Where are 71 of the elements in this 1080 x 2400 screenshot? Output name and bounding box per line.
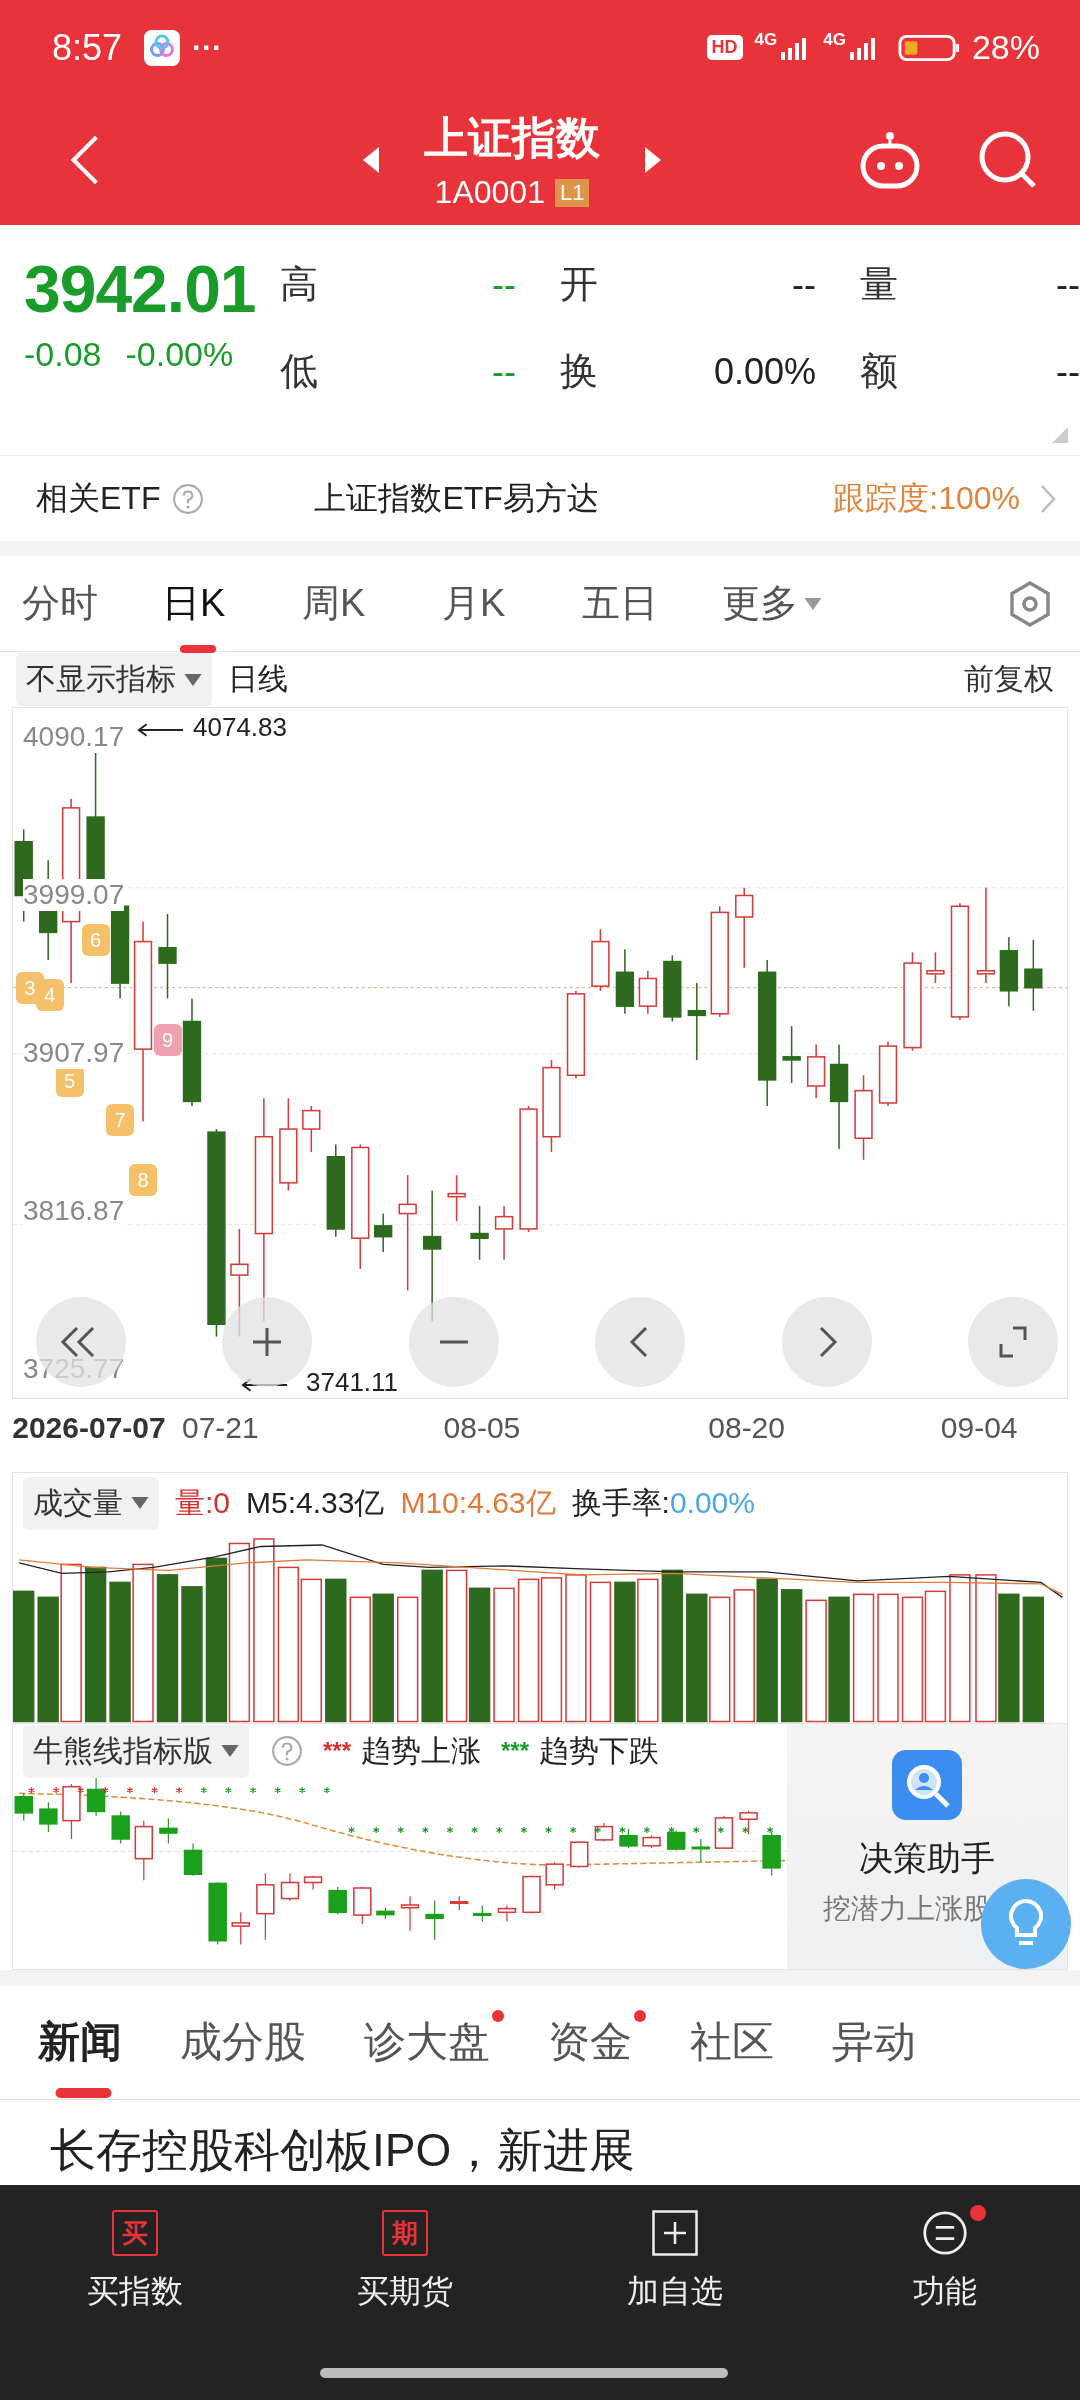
bottom-nav-item[interactable]: 买 买指数 bbox=[0, 2209, 270, 2349]
etf-label: 相关ETF bbox=[36, 478, 161, 518]
news-tab[interactable]: 社区 bbox=[690, 1984, 790, 2100]
legend-marker: *** bbox=[501, 1737, 530, 1765]
date-axis-label: 08-20 bbox=[708, 1411, 785, 1445]
indicator-dropdown[interactable]: 不显示指标 bbox=[16, 653, 212, 706]
period-tab[interactable]: 周K bbox=[302, 554, 442, 653]
bottom-nav-item[interactable]: 期 买期货 bbox=[270, 2209, 540, 2349]
low-price-note: 3741.11 bbox=[306, 1367, 399, 1398]
etf-name[interactable]: 上证指数ETF易方达 bbox=[314, 476, 834, 521]
status-more: ··· bbox=[192, 30, 223, 65]
battery-percent: 28% bbox=[971, 28, 1040, 67]
adjustment-toggle[interactable]: 前复权 bbox=[958, 658, 1060, 701]
sequence-marker: 6 bbox=[81, 924, 110, 957]
network-label: 4G bbox=[823, 30, 846, 50]
news-tab[interactable]: 资金 bbox=[548, 1984, 648, 2100]
level-badge: L1 bbox=[554, 178, 590, 207]
volume-reading: 量:0 bbox=[175, 1484, 231, 1521]
index-code: 1A0001 bbox=[434, 174, 545, 211]
news-tab[interactable]: 新闻 bbox=[38, 1984, 138, 2100]
bottom-nav-item[interactable]: 功能 bbox=[810, 2209, 1080, 2349]
period-tab[interactable]: 月K bbox=[442, 554, 582, 653]
date-axis-label: 08-05 bbox=[443, 1411, 521, 1445]
quote-label: 换 bbox=[560, 349, 598, 394]
price-change: -0.08 bbox=[24, 335, 102, 374]
quote-label: 开 bbox=[560, 262, 598, 307]
line-type-label: 日线 bbox=[228, 661, 288, 697]
sequence-marker: 8 bbox=[129, 1163, 157, 1196]
quote-label: 额 bbox=[860, 349, 898, 394]
period-tab[interactable]: 五日 bbox=[582, 554, 722, 653]
ma10-reading: M10:4.63亿 bbox=[400, 1484, 556, 1521]
indicator-dropdown[interactable]: 牛熊线指标版 bbox=[23, 1724, 249, 1778]
legend-label: 趋势下跌 bbox=[539, 1732, 660, 1769]
network-label: 4G bbox=[754, 30, 778, 50]
period-tab[interactable]: 日K bbox=[162, 554, 302, 653]
ma5-reading: M5:4.33亿 bbox=[246, 1484, 385, 1521]
quote-value: -- bbox=[1056, 350, 1080, 393]
news-headline[interactable]: 长存控股科创板IPO，新进展 bbox=[0, 2100, 1080, 2185]
hd-badge: HD bbox=[706, 35, 743, 60]
bottom-nav-item[interactable]: 加自选 bbox=[540, 2209, 810, 2349]
news-tab[interactable]: 成分股 bbox=[180, 1984, 322, 2100]
news-tab[interactable]: 异动 bbox=[832, 1984, 932, 2100]
quote-value: -- bbox=[492, 263, 516, 306]
price-axis-label: 3999.07 bbox=[23, 879, 125, 911]
index-title: 上证指数 bbox=[424, 112, 600, 164]
quote-value: -- bbox=[492, 350, 516, 393]
quote-label: 量 bbox=[860, 262, 898, 307]
quote-value: -- bbox=[792, 263, 816, 306]
turnover-reading: 换手率:0.00% bbox=[571, 1484, 755, 1521]
percent-change: -0.00% bbox=[125, 335, 234, 374]
period-tab[interactable]: 更多 bbox=[722, 554, 862, 653]
period-tab[interactable]: 分时 bbox=[22, 554, 162, 653]
date-axis-label: 2026-07-07 bbox=[12, 1411, 166, 1445]
news-tab[interactable]: 诊大盘 bbox=[364, 1984, 506, 2100]
date-axis-label: 07-21 bbox=[181, 1411, 259, 1445]
date-axis-label: 09-04 bbox=[940, 1411, 1018, 1445]
current-price: 3942.01 bbox=[24, 251, 257, 327]
volume-dropdown[interactable]: 成交量 bbox=[23, 1476, 159, 1530]
quote-value: 0.00% bbox=[713, 350, 816, 393]
legend-label: 趋势上涨 bbox=[361, 1732, 482, 1769]
legend-marker: *** bbox=[323, 1737, 352, 1765]
assistant-title: 决策助手 bbox=[859, 1838, 995, 1879]
sequence-marker: 7 bbox=[106, 1103, 135, 1136]
sequence-marker: 9 bbox=[153, 1023, 182, 1056]
quote-value: -- bbox=[1056, 263, 1080, 306]
high-price-note: 4074.83 bbox=[193, 712, 287, 743]
quote-label: 高 bbox=[280, 262, 318, 307]
sequence-marker: 4 bbox=[35, 979, 64, 1012]
status-time: 8:57 bbox=[52, 26, 123, 69]
quote-label: 低 bbox=[280, 349, 318, 394]
tracking-degree: 跟踪度:100% bbox=[833, 478, 1020, 518]
